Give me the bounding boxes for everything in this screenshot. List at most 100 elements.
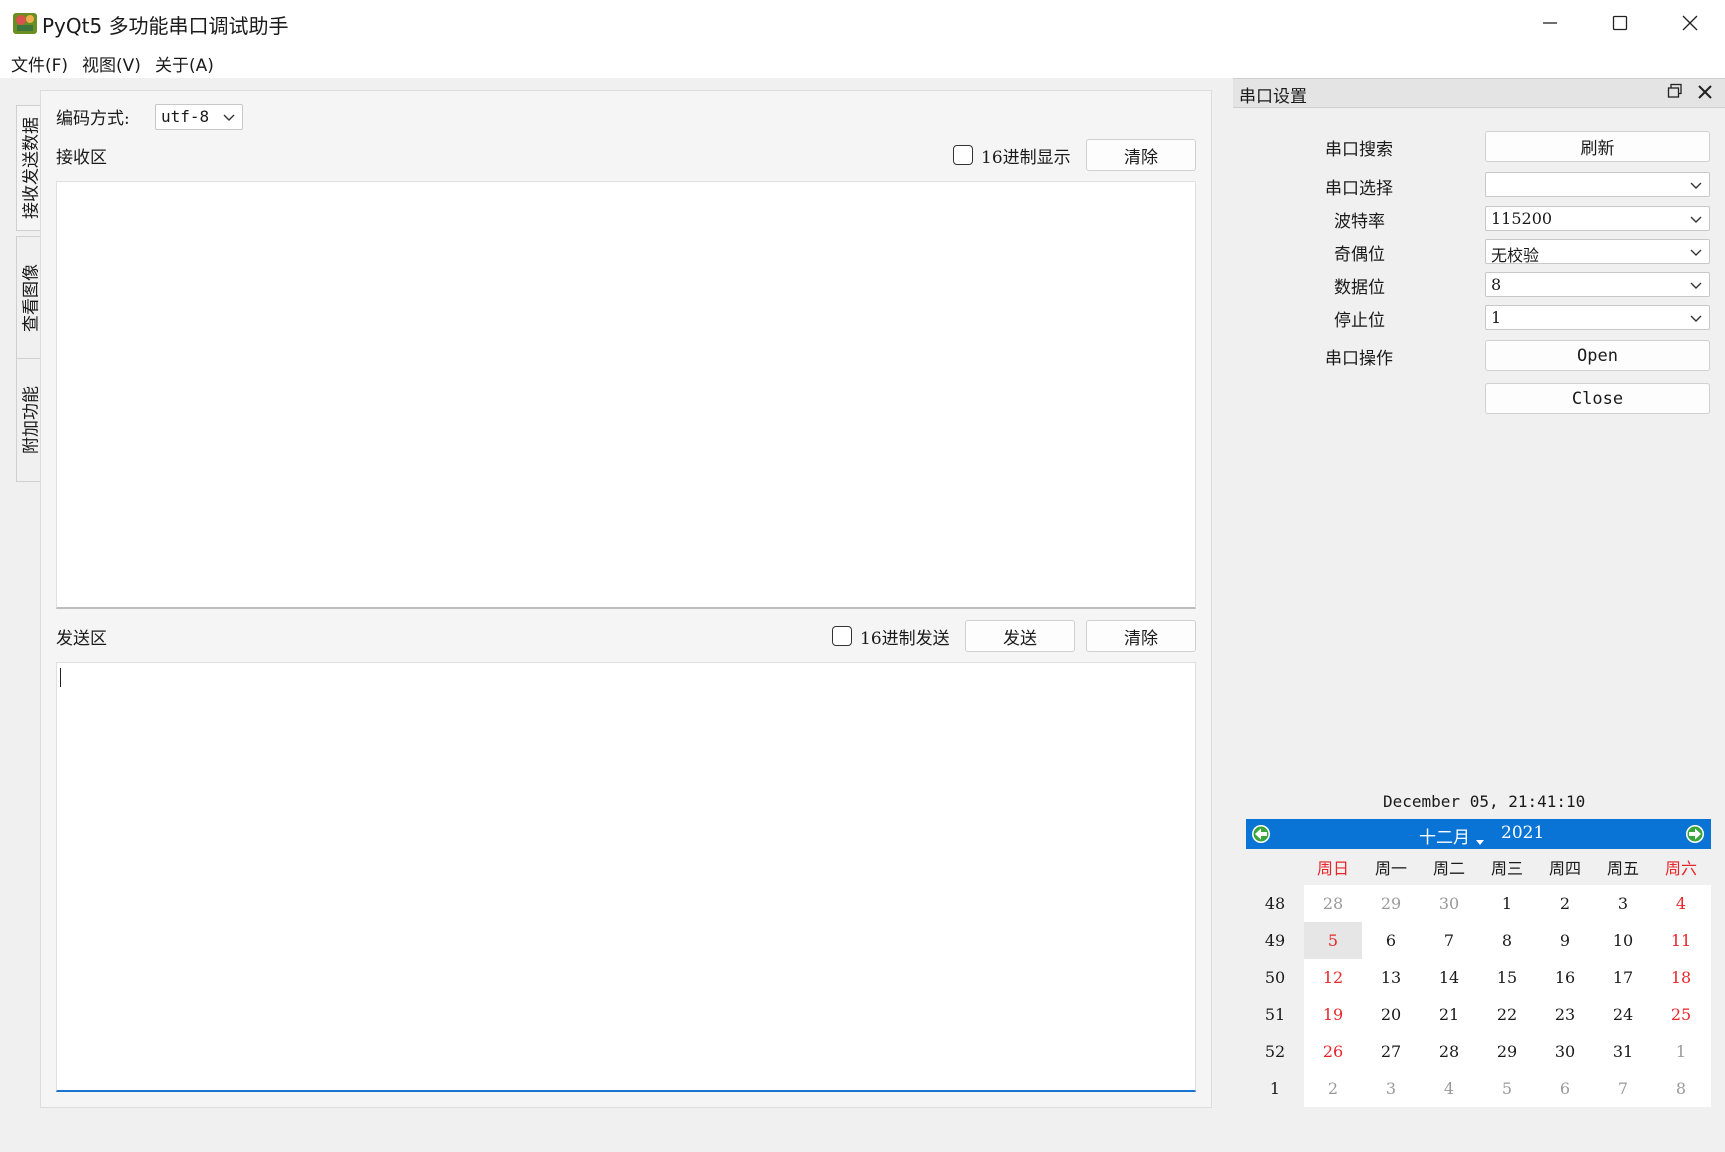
calendar-day[interactable]: 15 bbox=[1478, 959, 1536, 996]
text-cursor bbox=[60, 668, 61, 687]
dock-float-button[interactable] bbox=[1667, 83, 1683, 104]
serial-search-label: 串口搜索 bbox=[1325, 140, 1393, 160]
calendar-day[interactable]: 1 bbox=[1478, 885, 1536, 922]
receive-area-label: 接收区 bbox=[56, 148, 107, 168]
dock-close-button[interactable] bbox=[1698, 84, 1712, 104]
calendar-day[interactable]: 30 bbox=[1536, 1033, 1594, 1070]
calendar-day[interactable]: 27 bbox=[1362, 1033, 1420, 1070]
calendar-weekday-header: 周二 bbox=[1432, 859, 1465, 878]
baud-rate-label: 波特率 bbox=[1334, 212, 1385, 232]
calendar-year[interactable]: 2021 bbox=[1501, 823, 1544, 843]
calendar-day[interactable]: 3 bbox=[1362, 1070, 1420, 1107]
calendar-day[interactable]: 2 bbox=[1304, 1070, 1362, 1107]
calendar-day[interactable]: 17 bbox=[1594, 959, 1652, 996]
calendar-week-number: 48 bbox=[1264, 894, 1286, 913]
calendar-day[interactable]: 7 bbox=[1594, 1070, 1652, 1107]
chevron-down-icon bbox=[1690, 216, 1702, 223]
calendar-day[interactable]: 5 bbox=[1304, 922, 1362, 959]
calendar-day[interactable]: 12 bbox=[1304, 959, 1362, 996]
serial-operation-label: 串口操作 bbox=[1325, 349, 1393, 369]
tab-view-image[interactable]: 查看图像 bbox=[16, 236, 42, 360]
calendar-day[interactable]: 28 bbox=[1304, 885, 1362, 922]
maximize-icon bbox=[1612, 15, 1628, 31]
arrow-left-icon bbox=[1252, 825, 1270, 843]
send-textarea[interactable] bbox=[56, 662, 1196, 1092]
tab-extra-functions[interactable]: 附加功能 bbox=[16, 358, 42, 482]
app-icon bbox=[12, 10, 38, 36]
calendar-day[interactable]: 2 bbox=[1536, 885, 1594, 922]
prev-month-button[interactable] bbox=[1251, 824, 1271, 849]
refresh-button[interactable]: 刷新 bbox=[1485, 131, 1710, 162]
calendar-weekday-header: 周四 bbox=[1548, 859, 1581, 878]
menu-about[interactable]: 关于(A) bbox=[155, 51, 214, 76]
calendar-weekday-header: 周六 bbox=[1664, 859, 1697, 878]
calendar-day[interactable]: 14 bbox=[1420, 959, 1478, 996]
hex-send-checkbox[interactable] bbox=[832, 626, 852, 646]
parity-select[interactable]: 无校验 bbox=[1485, 239, 1710, 265]
open-port-button[interactable]: Open bbox=[1485, 340, 1710, 371]
calendar-day[interactable]: 25 bbox=[1652, 996, 1710, 1033]
calendar-day[interactable]: 29 bbox=[1362, 885, 1420, 922]
receive-clear-button[interactable]: 清除 bbox=[1086, 139, 1196, 171]
calendar-week-number: 49 bbox=[1264, 931, 1286, 950]
calendar-day[interactable]: 6 bbox=[1536, 1070, 1594, 1107]
calendar-day[interactable]: 4 bbox=[1420, 1070, 1478, 1107]
calendar-day[interactable]: 23 bbox=[1536, 996, 1594, 1033]
send-clear-button[interactable]: 清除 bbox=[1086, 620, 1196, 652]
data-bits-select[interactable]: 8 bbox=[1485, 272, 1710, 297]
calendar-day[interactable]: 19 bbox=[1304, 996, 1362, 1033]
calendar-day[interactable]: 22 bbox=[1478, 996, 1536, 1033]
calendar-day[interactable]: 4 bbox=[1652, 885, 1710, 922]
calendar-day[interactable]: 8 bbox=[1478, 922, 1536, 959]
calendar-day[interactable]: 16 bbox=[1536, 959, 1594, 996]
calendar-day[interactable]: 20 bbox=[1362, 996, 1420, 1033]
calendar-day[interactable]: 7 bbox=[1420, 922, 1478, 959]
tab-label: 查看图像 bbox=[21, 264, 42, 332]
receive-textarea[interactable] bbox=[56, 181, 1196, 609]
minimize-icon bbox=[1543, 22, 1557, 24]
calendar-day[interactable]: 5 bbox=[1478, 1070, 1536, 1107]
encoding-select[interactable]: utf-8 bbox=[155, 104, 243, 130]
data-bits-value: 8 bbox=[1491, 275, 1502, 294]
calendar-day[interactable]: 26 bbox=[1304, 1033, 1362, 1070]
menu-view[interactable]: 视图(V) bbox=[82, 51, 141, 76]
menu-file[interactable]: 文件(F) bbox=[11, 51, 68, 76]
maximize-button[interactable] bbox=[1585, 0, 1655, 46]
close-icon bbox=[1682, 15, 1698, 31]
calendar-day[interactable]: 21 bbox=[1420, 996, 1478, 1033]
calendar-day[interactable]: 24 bbox=[1594, 996, 1652, 1033]
calendar-day[interactable]: 28 bbox=[1420, 1033, 1478, 1070]
calendar-month-button[interactable]: 十二月 bbox=[1419, 823, 1485, 848]
send-button[interactable]: 发送 bbox=[965, 620, 1075, 652]
next-month-button[interactable] bbox=[1685, 824, 1705, 849]
caret-down-icon bbox=[1476, 840, 1485, 845]
close-icon bbox=[1698, 85, 1712, 99]
calendar-day[interactable]: 31 bbox=[1594, 1033, 1652, 1070]
stop-bits-select[interactable]: 1 bbox=[1485, 305, 1710, 330]
calendar-day[interactable]: 1 bbox=[1652, 1033, 1710, 1070]
baud-rate-select[interactable]: 115200 bbox=[1485, 206, 1710, 231]
stop-bits-label: 停止位 bbox=[1334, 311, 1385, 331]
hex-display-checkbox[interactable] bbox=[953, 145, 973, 165]
calendar-day[interactable]: 11 bbox=[1652, 922, 1710, 959]
calendar-day[interactable]: 18 bbox=[1652, 959, 1710, 996]
calendar-day[interactable]: 8 bbox=[1652, 1070, 1710, 1107]
calendar-day[interactable]: 6 bbox=[1362, 922, 1420, 959]
calendar-day[interactable]: 29 bbox=[1478, 1033, 1536, 1070]
calendar-day[interactable]: 10 bbox=[1594, 922, 1652, 959]
calendar-weekday-header: 周一 bbox=[1374, 859, 1407, 878]
minimize-button[interactable] bbox=[1515, 0, 1585, 46]
calendar-day[interactable]: 3 bbox=[1594, 885, 1652, 922]
close-window-button[interactable] bbox=[1655, 0, 1725, 46]
hex-display-label: 16进制显示 bbox=[981, 148, 1071, 168]
calendar-grid: 周日 周一 周二 周三 周四 周五 周六 48 28 29 30 1 2 3 4 49 5 6 7 8 9 10 11 50 1… bbox=[1246, 849, 1711, 1107]
calendar-day[interactable]: 9 bbox=[1536, 922, 1594, 959]
chevron-down-icon bbox=[1690, 315, 1702, 322]
calendar-day[interactable]: 30 bbox=[1420, 885, 1478, 922]
chevron-down-icon bbox=[1690, 182, 1702, 189]
encoding-value: utf-8 bbox=[161, 107, 210, 126]
tab-send-receive[interactable]: 接收发送数据 bbox=[16, 105, 42, 231]
calendar-day[interactable]: 13 bbox=[1362, 959, 1420, 996]
port-select[interactable] bbox=[1485, 172, 1710, 197]
close-port-button[interactable]: Close bbox=[1485, 383, 1710, 414]
